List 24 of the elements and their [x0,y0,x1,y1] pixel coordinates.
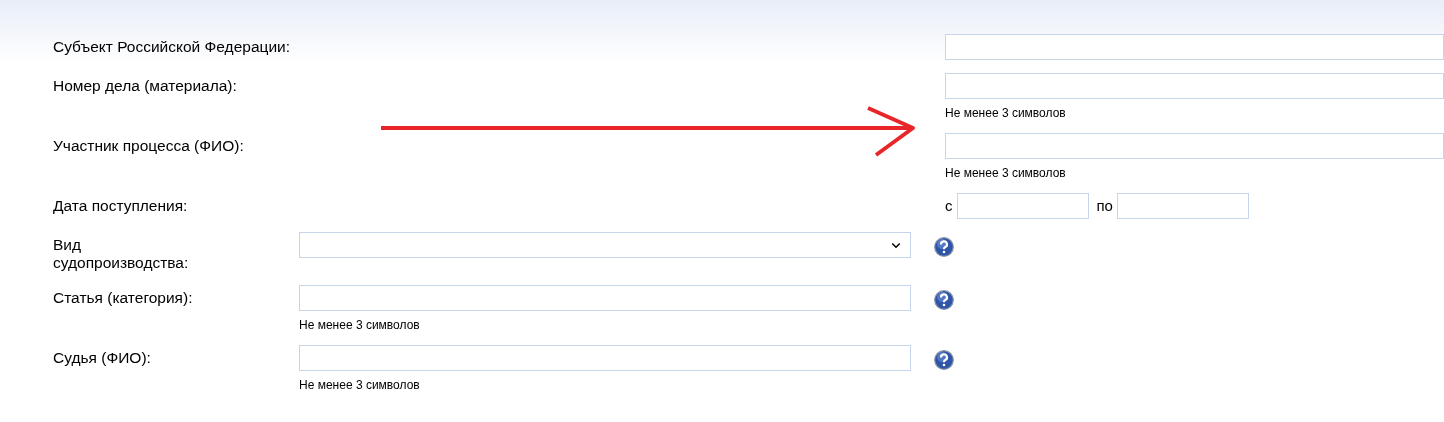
field-label: Номер дела (материала): [53,76,238,95]
input-field[interactable] [299,345,911,371]
field-label: Участник процесса (ФИО): [53,136,245,155]
help-icon[interactable] [934,290,954,310]
date-field[interactable] [1116,193,1249,219]
field-label: Субъект Российской Федерации: [53,37,291,56]
input-field[interactable] [945,133,1444,159]
date-field[interactable] [956,193,1089,219]
hint-text: Не менее 3 символов [299,318,421,332]
input-field[interactable] [945,34,1444,60]
field-label: Вид судопроизводства: [53,235,190,272]
field-label: Дата поступления: [53,196,189,215]
hint-text: Не менее 3 символов [945,106,1067,120]
range-label: по [1096,195,1113,216]
hint-text: Не менее 3 символов [945,166,1067,180]
hint-text: Не менее 3 символов [299,378,421,392]
input-field[interactable] [945,73,1444,99]
range-label: с [945,195,953,216]
select-field[interactable] [299,232,911,258]
input-field[interactable] [299,285,911,311]
field-label: Судья (ФИО): [53,348,152,367]
help-icon[interactable] [934,350,954,370]
help-icon[interactable] [934,237,954,257]
field-label: Статья (категория): [53,288,194,307]
